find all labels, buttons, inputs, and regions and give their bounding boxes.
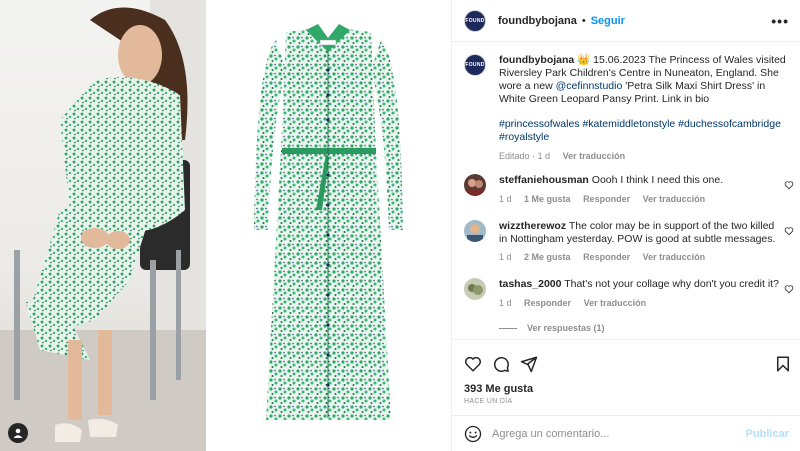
commenter-avatar[interactable] [464, 174, 486, 196]
comment-icon[interactable] [492, 355, 510, 373]
post-media[interactable] [0, 0, 451, 451]
photo-illustration [0, 0, 206, 451]
comment-body: steffaniehousman Oooh I think I need thi… [499, 174, 779, 187]
avatar-text: FOUND [465, 17, 485, 24]
add-comment-bar: Publicar [452, 415, 800, 451]
replies-divider [499, 327, 517, 329]
author-username[interactable]: foundbybojana [498, 15, 577, 27]
bookmark-icon[interactable] [774, 355, 792, 373]
author-avatar[interactable]: FOUND [464, 9, 486, 32]
comment-translate-link[interactable]: Ver traducción [643, 252, 706, 262]
crown-emoji: 👑 [577, 54, 591, 66]
comment-time: 1 d [499, 252, 512, 262]
commenter-avatar[interactable] [464, 220, 486, 242]
publish-button[interactable]: Publicar [746, 428, 789, 440]
comment-translate-link[interactable]: Ver traducción [643, 194, 706, 204]
comment-likes[interactable]: 1 Me gusta [524, 194, 571, 204]
comment-meta: 1 d 2 Me gusta Responder Ver traducción [499, 252, 715, 262]
comment-text: Oooh I think I need this one. [591, 174, 724, 186]
caption-avatar[interactable]: FOUND [464, 54, 486, 76]
comment-reply-button[interactable]: Responder [583, 252, 630, 262]
comment-time: 1 d [499, 298, 512, 308]
comment-reply-button[interactable]: Responder [583, 194, 630, 204]
comment-body: wizztherewoz The color may be in support… [499, 220, 779, 246]
comment-text: That's not your collage why don't you cr… [564, 278, 779, 290]
dress-illustration [254, 24, 403, 420]
view-replies-label: Ver respuestas (1) [527, 323, 605, 333]
comment-heart-icon[interactable] [784, 226, 794, 236]
caption-mention[interactable]: @cefinnstudio [556, 80, 623, 92]
post-panel: FOUND foundbybojana • Seguir ••• FOUND f… [451, 0, 800, 451]
action-bar [452, 339, 800, 379]
comment-body: tashas_2000 That's not your collage why … [499, 278, 779, 291]
comment-likes[interactable]: 2 Me gusta [524, 252, 571, 262]
likes-count[interactable]: 393 Me gusta [464, 383, 533, 395]
header-separator: • [581, 14, 586, 27]
comment-username[interactable]: tashas_2000 [499, 278, 561, 290]
comments-section[interactable]: FOUND foundbybojana 👑 15.06.2023 The Pri… [452, 42, 800, 339]
comment-time: 1 d [499, 194, 512, 204]
caption-meta: Editado · 1 d Ver traducción [499, 150, 791, 163]
emoji-icon[interactable] [464, 425, 482, 443]
view-replies-button[interactable]: Ver respuestas (1) [499, 323, 605, 333]
commenter-avatar[interactable] [464, 278, 486, 300]
comment-heart-icon[interactable] [784, 180, 794, 190]
comment-heart-icon[interactable] [784, 284, 794, 294]
post-header: FOUND foundbybojana • Seguir ••• [452, 0, 800, 42]
product-dress-image [206, 0, 451, 451]
post-time[interactable]: HACE UN DÍA [464, 398, 512, 405]
photo-princess-seated [0, 0, 206, 451]
caption-avatar-text: FOUND [465, 62, 485, 68]
caption-translate-link[interactable]: Ver traducción [563, 151, 626, 161]
caption-hashtags[interactable]: #princessofwales #katemiddletonstyle #du… [499, 118, 791, 144]
comment-username[interactable]: wizztherewoz [499, 220, 566, 232]
caption-edited: Editado · 1 d [499, 151, 551, 161]
comment-meta: 1 d Responder Ver traducción [499, 298, 656, 308]
more-icon[interactable]: ••• [771, 13, 789, 29]
user-tag-icon[interactable] [8, 423, 28, 443]
comment-input[interactable] [492, 427, 746, 440]
heart-icon[interactable] [464, 355, 482, 373]
comment-reply-button[interactable]: Responder [524, 298, 571, 308]
follow-button[interactable]: Seguir [591, 15, 625, 27]
caption-username[interactable]: foundbybojana [499, 54, 574, 66]
comment-translate-link[interactable]: Ver traducción [584, 298, 647, 308]
comment-meta: 1 d 1 Me gusta Responder Ver traducción [499, 194, 715, 204]
comment-username[interactable]: steffaniehousman [499, 174, 589, 186]
share-icon[interactable] [520, 355, 538, 373]
